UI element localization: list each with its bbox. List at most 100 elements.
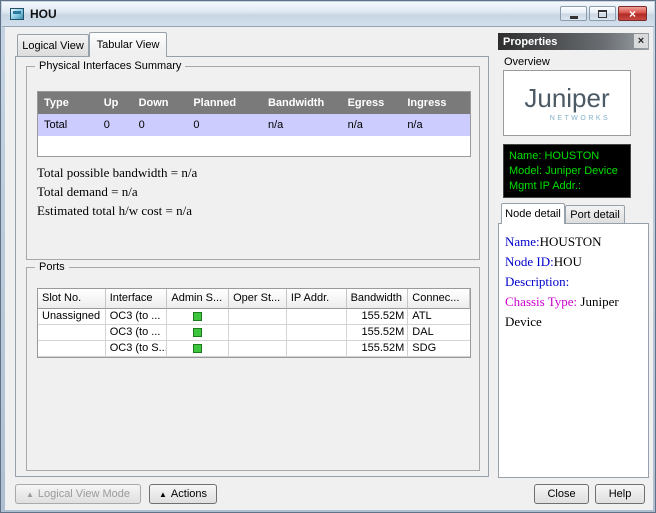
column-header-ingress[interactable]: Ingress [401,92,470,114]
cell-connec: SDG [408,341,470,357]
column-header-up[interactable]: Up [98,92,133,114]
summary-line-demand: Total demand = n/a [37,182,197,201]
column-header-bandwidth[interactable]: Bandwidth [262,92,342,114]
group-title: Ports [35,261,69,273]
cell-ip-addr [287,341,347,357]
cell-interface: OC3 (to ... [106,325,168,341]
cell-interface: OC3 (to S... [106,341,168,357]
actions-label: Actions [171,488,207,500]
cell-type: Total [38,114,98,136]
table-row[interactable]: OC3 (to S... 155.52M SDG [38,341,470,357]
collapse-arrow-icon: ▲ [26,490,34,499]
cell-slot: Unassigned [38,309,106,325]
device-name-line: Name: HOUSTON [509,149,625,164]
column-header-interface[interactable]: Interface [106,289,168,309]
summary-line-bandwidth: Total possible bandwidth = n/a [37,163,197,182]
window-title: HOU [30,7,57,21]
app-icon [10,8,24,20]
maximize-button[interactable] [589,6,616,21]
table-header-row: Slot No. Interface Admin S... Oper St...… [38,289,470,309]
node-detail-panel: Name:HOUSTON Node ID:HOU Description: Ch… [498,223,649,478]
cell-bandwidth: 155.52M [347,341,409,357]
cell-egress: n/a [342,114,402,136]
cell-bandwidth: 155.52M [347,325,409,341]
column-header-type[interactable]: Type [38,92,98,114]
column-header-down[interactable]: Down [133,92,188,114]
overview-label: Overview [504,56,550,68]
titlebar[interactable]: HOU × [2,2,654,27]
admin-status-up-icon [193,344,202,353]
logo-networks-label: NETWORKS [504,115,630,122]
cell-admin-status [167,341,229,357]
admin-status-up-icon [193,328,202,337]
column-header-oper-status[interactable]: Oper St... [229,289,287,309]
cell-oper-status [229,325,287,341]
minimize-button[interactable] [560,6,587,21]
close-icon: × [629,8,636,20]
window-frame: HOU × Logical View Tabular View Physical… [0,0,656,513]
tabular-view-panel: Physical Interfaces Summary Type Up Down… [15,56,489,477]
table-row[interactable]: OC3 (to ... 155.52M DAL [38,325,470,341]
dialog-close-button[interactable]: Close [534,484,589,504]
cell-ingress: n/a [401,114,470,136]
table-header-row: Type Up Down Planned Bandwidth Egress In… [38,92,470,114]
ports-table: Slot No. Interface Admin S... Oper St...… [37,288,471,358]
close-button[interactable]: × [618,6,647,21]
column-header-admin-status[interactable]: Admin S... [167,289,229,309]
column-header-connec[interactable]: Connec... [408,289,470,309]
cell-connec: ATL [408,309,470,325]
device-model-line: Model: Juniper Device [509,164,625,179]
detail-name-line: Name:HOUSTON [505,232,642,252]
column-header-ip-addr[interactable]: IP Addr. [287,289,347,309]
actions-button[interactable]: ▲ Actions [149,484,217,504]
cell-admin-status [167,325,229,341]
properties-close-button[interactable]: × [634,34,648,48]
cell-planned: 0 [187,114,262,136]
cell-ip-addr [287,325,347,341]
physical-interfaces-summary-group: Physical Interfaces Summary Type Up Down… [26,66,480,260]
ports-group: Ports Slot No. Interface Admin S... Oper… [26,267,480,471]
properties-title: Properties × [498,33,649,50]
cell-down: 0 [133,114,188,136]
detail-node-id-line: Node ID:HOU [505,252,642,272]
device-mgmt-ip-line: Mgmt IP Addr.: [509,179,625,194]
tab-logical-view[interactable]: Logical View [17,34,89,56]
juniper-logo: Juniper NETWORKS [503,70,631,136]
cell-oper-status [229,309,287,325]
column-header-planned[interactable]: Planned [187,92,262,114]
collapse-arrow-icon: ▲ [159,490,167,499]
maximize-icon [598,10,607,18]
client-area: Logical View Tabular View Physical Inter… [5,27,653,510]
admin-status-up-icon [193,312,202,321]
table-empty-area [38,136,470,156]
cell-admin-status [167,309,229,325]
minimize-icon [570,16,578,19]
summary-line-cost: Estimated total h/w cost = n/a [37,201,197,220]
cell-bandwidth: 155.52M [347,309,409,325]
cell-bandwidth: n/a [262,114,342,136]
cell-interface: OC3 (to ... [106,309,168,325]
device-info-box: Name: HOUSTON Model: Juniper Device Mgmt… [503,144,631,198]
tab-tabular-view[interactable]: Tabular View [89,32,167,57]
logo-wordmark: Juniper [504,83,630,114]
detail-description-line: Description: [505,272,642,292]
group-title: Physical Interfaces Summary [35,60,185,72]
detail-chassis-line: Chassis Type: Juniper Device [505,292,642,332]
table-row[interactable]: Total 0 0 0 n/a n/a n/a [38,114,470,136]
column-header-egress[interactable]: Egress [342,92,402,114]
column-header-slot[interactable]: Slot No. [38,289,106,309]
tab-node-detail[interactable]: Node detail [501,203,565,224]
help-button[interactable]: Help [595,484,645,504]
cell-oper-status [229,341,287,357]
properties-title-label: Properties [503,36,557,48]
tab-port-detail[interactable]: Port detail [565,205,625,224]
cell-slot [38,341,106,357]
close-icon: × [638,35,644,47]
physical-interfaces-table: Type Up Down Planned Bandwidth Egress In… [37,91,471,157]
properties-panel: Properties × Overview Juniper NETWORKS N… [498,33,649,478]
logical-view-mode-button[interactable]: ▲ Logical View Mode [15,484,141,504]
column-header-bandwidth[interactable]: Bandwidth [347,289,409,309]
table-row[interactable]: Unassigned OC3 (to ... 155.52M ATL [38,309,470,325]
cell-connec: DAL [408,325,470,341]
logical-view-mode-label: Logical View Mode [38,488,130,500]
